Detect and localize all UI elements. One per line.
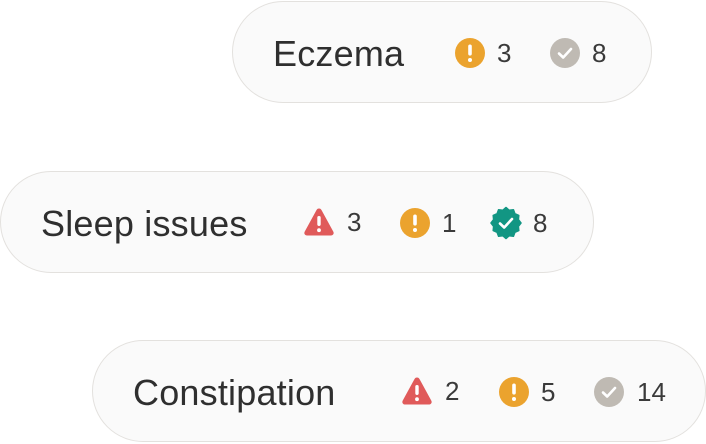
condition-pill-sleep-issues[interactable]: Sleep issues 3 1 8 — [0, 171, 594, 273]
warning-circle-icon — [498, 376, 530, 408]
stat-resolved: 14 — [593, 376, 666, 408]
alert-triangle-icon — [401, 375, 433, 407]
condition-pill-eczema[interactable]: Eczema 3 8 — [232, 1, 652, 103]
stat-resolved: 8 — [549, 37, 606, 69]
verified-badge-icon — [489, 206, 523, 240]
stat-alert: 2 — [401, 375, 459, 407]
stat-count: 3 — [497, 37, 512, 68]
alert-triangle-icon — [303, 206, 335, 238]
stat-count: 14 — [637, 376, 666, 407]
stat-warning: 1 — [399, 207, 456, 239]
stat-count: 3 — [347, 206, 362, 237]
condition-label: Sleep issues — [41, 203, 248, 244]
stat-verified: 8 — [489, 206, 547, 240]
stat-count: 8 — [592, 37, 607, 68]
stat-count: 8 — [533, 207, 548, 238]
condition-label: Eczema — [273, 33, 405, 74]
condition-pill-constipation[interactable]: Constipation 2 5 14 — [92, 340, 706, 442]
stat-count: 1 — [442, 207, 457, 238]
check-circle-icon — [593, 376, 625, 408]
stat-warning: 3 — [454, 37, 511, 69]
condition-label: Constipation — [133, 372, 336, 413]
stat-count: 2 — [445, 375, 460, 406]
stat-count: 5 — [541, 376, 556, 407]
warning-circle-icon — [454, 37, 486, 69]
warning-circle-icon — [399, 207, 431, 239]
stat-alert: 3 — [303, 206, 361, 238]
check-circle-icon — [549, 37, 581, 69]
stat-warning: 5 — [498, 376, 555, 408]
